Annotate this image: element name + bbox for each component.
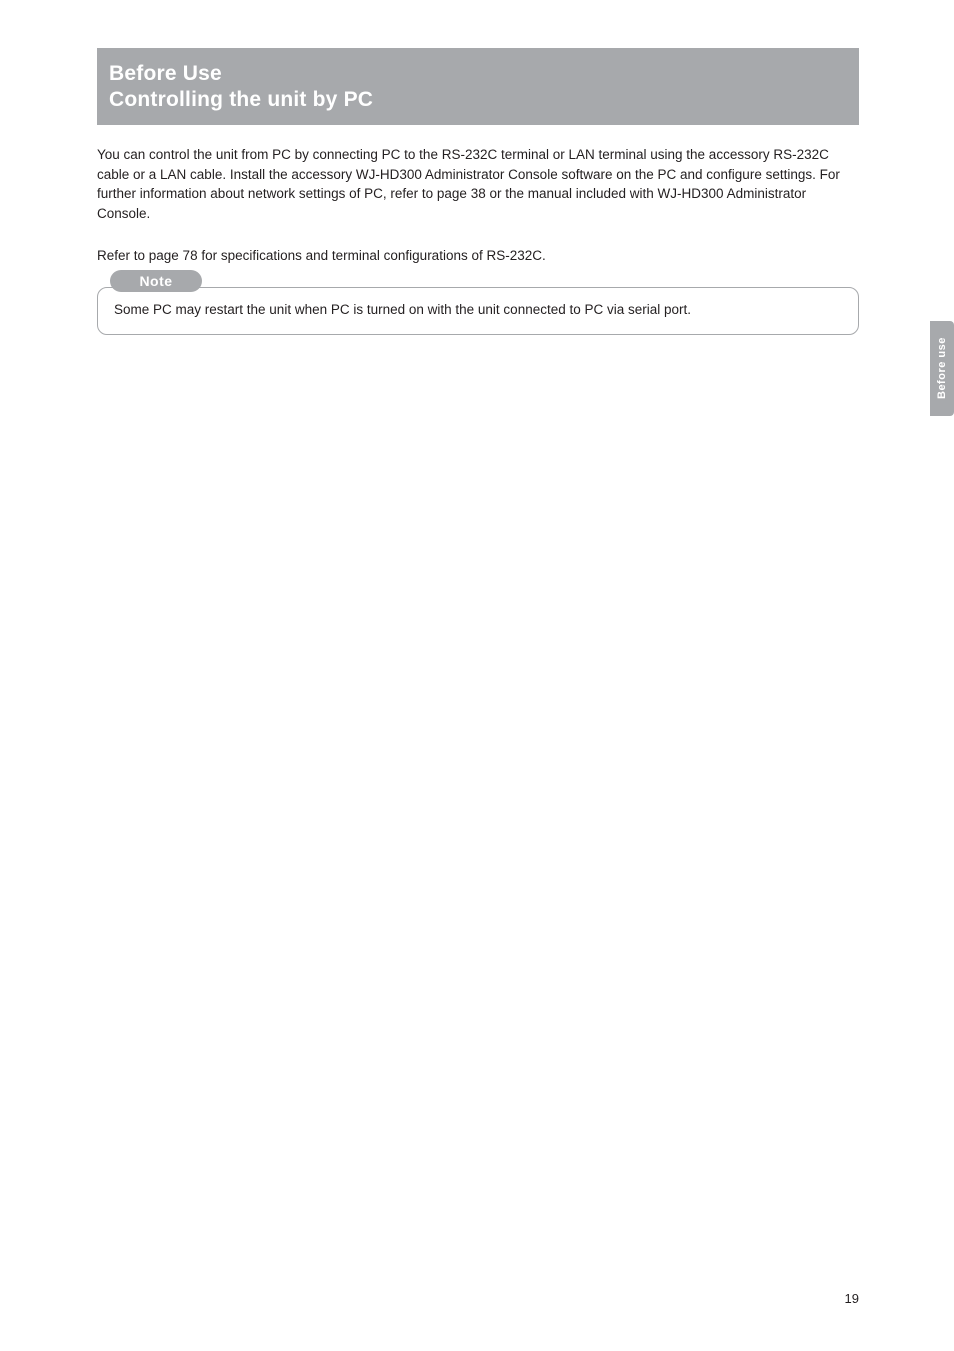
reference-line: Refer to page 78 for specifications and … [97,247,859,266]
header-subtitle: Controlling the unit by PC [109,88,859,112]
note-text: Some PC may restart the unit when PC is … [114,302,844,317]
side-tab: Before use [930,321,954,416]
intro-paragraph: You can control the unit from PC by conn… [97,145,859,223]
page-number: 19 [845,1291,859,1306]
header-bar: Before Use Controlling the unit by PC [97,48,859,125]
note-label: Note [110,270,202,292]
header-title: Before Use [109,62,859,86]
page: Before Use Controlling the unit by PC Yo… [0,0,954,1351]
